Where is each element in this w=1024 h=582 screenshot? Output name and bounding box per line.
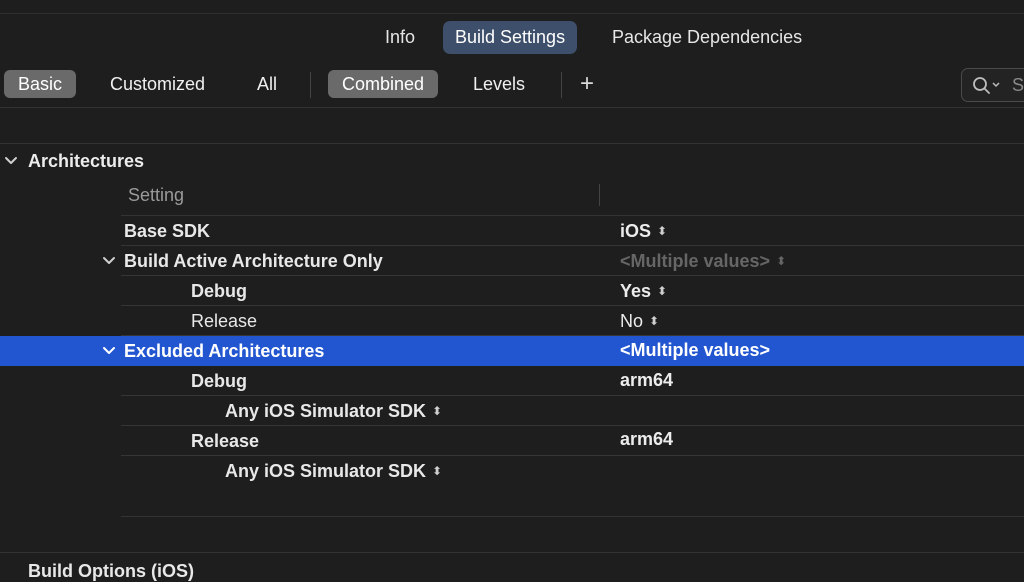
setting-row[interactable]: Debug Yes ⬍ (0, 276, 1024, 306)
section-divider (0, 552, 1024, 553)
tab-build-settings[interactable]: Build Settings (443, 21, 578, 54)
filter-separator (561, 72, 562, 98)
setting-row[interactable]: Release arm64 (0, 426, 1024, 456)
add-setting-button[interactable]: + (580, 68, 594, 100)
setting-row[interactable]: Build Active Architecture Only <Multiple… (0, 246, 1024, 276)
tab-package-dependencies[interactable]: Package Dependencies (600, 21, 814, 54)
setting-row[interactable]: Debug arm64 (0, 366, 1024, 396)
filter-customized-button[interactable]: Customized (96, 70, 219, 98)
section-top-divider (0, 143, 1024, 144)
setting-label: Debug (191, 371, 247, 391)
view-levels-button[interactable]: Levels (459, 70, 539, 98)
editor-tab-bar: Info Build Settings Package Dependencies (0, 21, 1024, 55)
setting-value[interactable]: arm64 (620, 429, 673, 450)
filter-bar: Basic Customized All Combined Levels + S (0, 68, 1024, 102)
stepper-icon[interactable]: ⬍ (432, 464, 442, 478)
setting-value[interactable]: <Multiple values> (620, 340, 770, 361)
search-icon (973, 77, 1000, 94)
filter-basic-button[interactable]: Basic (4, 70, 77, 98)
chevron-down-icon[interactable] (4, 155, 18, 167)
setting-value[interactable]: No ⬍ (620, 311, 659, 332)
stepper-icon[interactable]: ⬍ (432, 404, 442, 418)
section-end-divider (121, 516, 1024, 517)
stepper-icon[interactable]: ⬍ (776, 254, 786, 268)
tab-info[interactable]: Info (373, 21, 427, 54)
setting-row[interactable]: Base SDK iOS ⬍ (0, 216, 1024, 246)
column-header-setting[interactable]: Setting (128, 185, 184, 206)
column-separator (599, 184, 600, 206)
setting-row[interactable]: Any iOS Simulator SDK ⬍ (0, 456, 1024, 486)
search-field[interactable]: S (961, 68, 1024, 102)
setting-row[interactable]: Any iOS Simulator SDK ⬍ (0, 396, 1024, 426)
search-placeholder: S (1012, 75, 1024, 95)
window-top-divider (0, 13, 1024, 14)
setting-row-selected[interactable]: Excluded Architectures <Multiple values> (0, 336, 1024, 366)
setting-value[interactable]: arm64 (620, 370, 673, 391)
section-title-architectures[interactable]: Architectures (28, 151, 144, 172)
sdk-condition-label[interactable]: Any iOS Simulator SDK ⬍ (225, 401, 442, 422)
filter-separator (310, 72, 311, 98)
setting-label: Base SDK (124, 221, 211, 241)
stepper-icon[interactable]: ⬍ (657, 224, 667, 238)
setting-label: Release (191, 311, 258, 331)
stepper-icon[interactable]: ⬍ (649, 314, 659, 328)
filter-all-button[interactable]: All (243, 70, 291, 98)
setting-label: Build Active Architecture Only (124, 251, 383, 271)
setting-value[interactable]: iOS ⬍ (620, 221, 667, 242)
setting-label: Release (191, 431, 260, 451)
setting-value[interactable]: Yes ⬍ (620, 281, 667, 302)
chevron-down-icon[interactable] (102, 255, 116, 267)
toolbar-divider (0, 107, 1024, 108)
setting-label: Excluded Architectures (124, 341, 325, 361)
setting-value[interactable]: <Multiple values> ⬍ (620, 251, 786, 272)
chevron-down-icon[interactable] (102, 345, 116, 357)
setting-row[interactable]: Release No ⬍ (0, 306, 1024, 336)
setting-label: Debug (191, 281, 247, 301)
sdk-condition-label[interactable]: Any iOS Simulator SDK ⬍ (225, 461, 442, 482)
view-combined-button[interactable]: Combined (328, 70, 439, 98)
stepper-icon[interactable]: ⬍ (657, 284, 667, 298)
